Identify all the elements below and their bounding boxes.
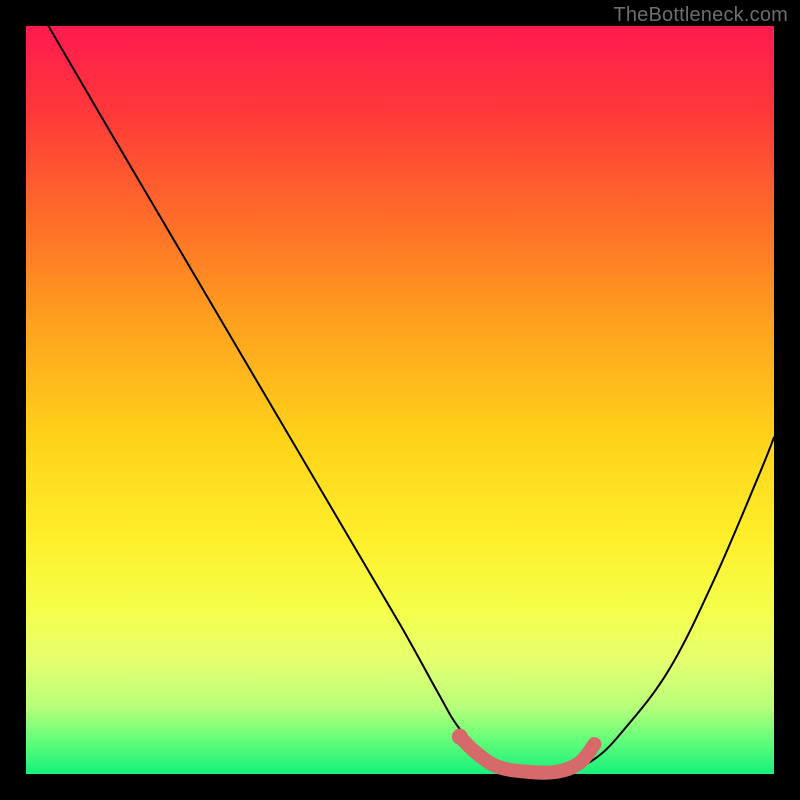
plot-area <box>26 26 774 774</box>
attribution-text: TheBottleneck.com <box>613 4 788 27</box>
curve-layer <box>26 26 774 774</box>
chart-stage: TheBottleneck.com <box>0 0 800 800</box>
optimal-highlight <box>460 737 595 773</box>
optimal-highlight-dot <box>452 729 468 745</box>
bottleneck-curve <box>48 26 774 772</box>
